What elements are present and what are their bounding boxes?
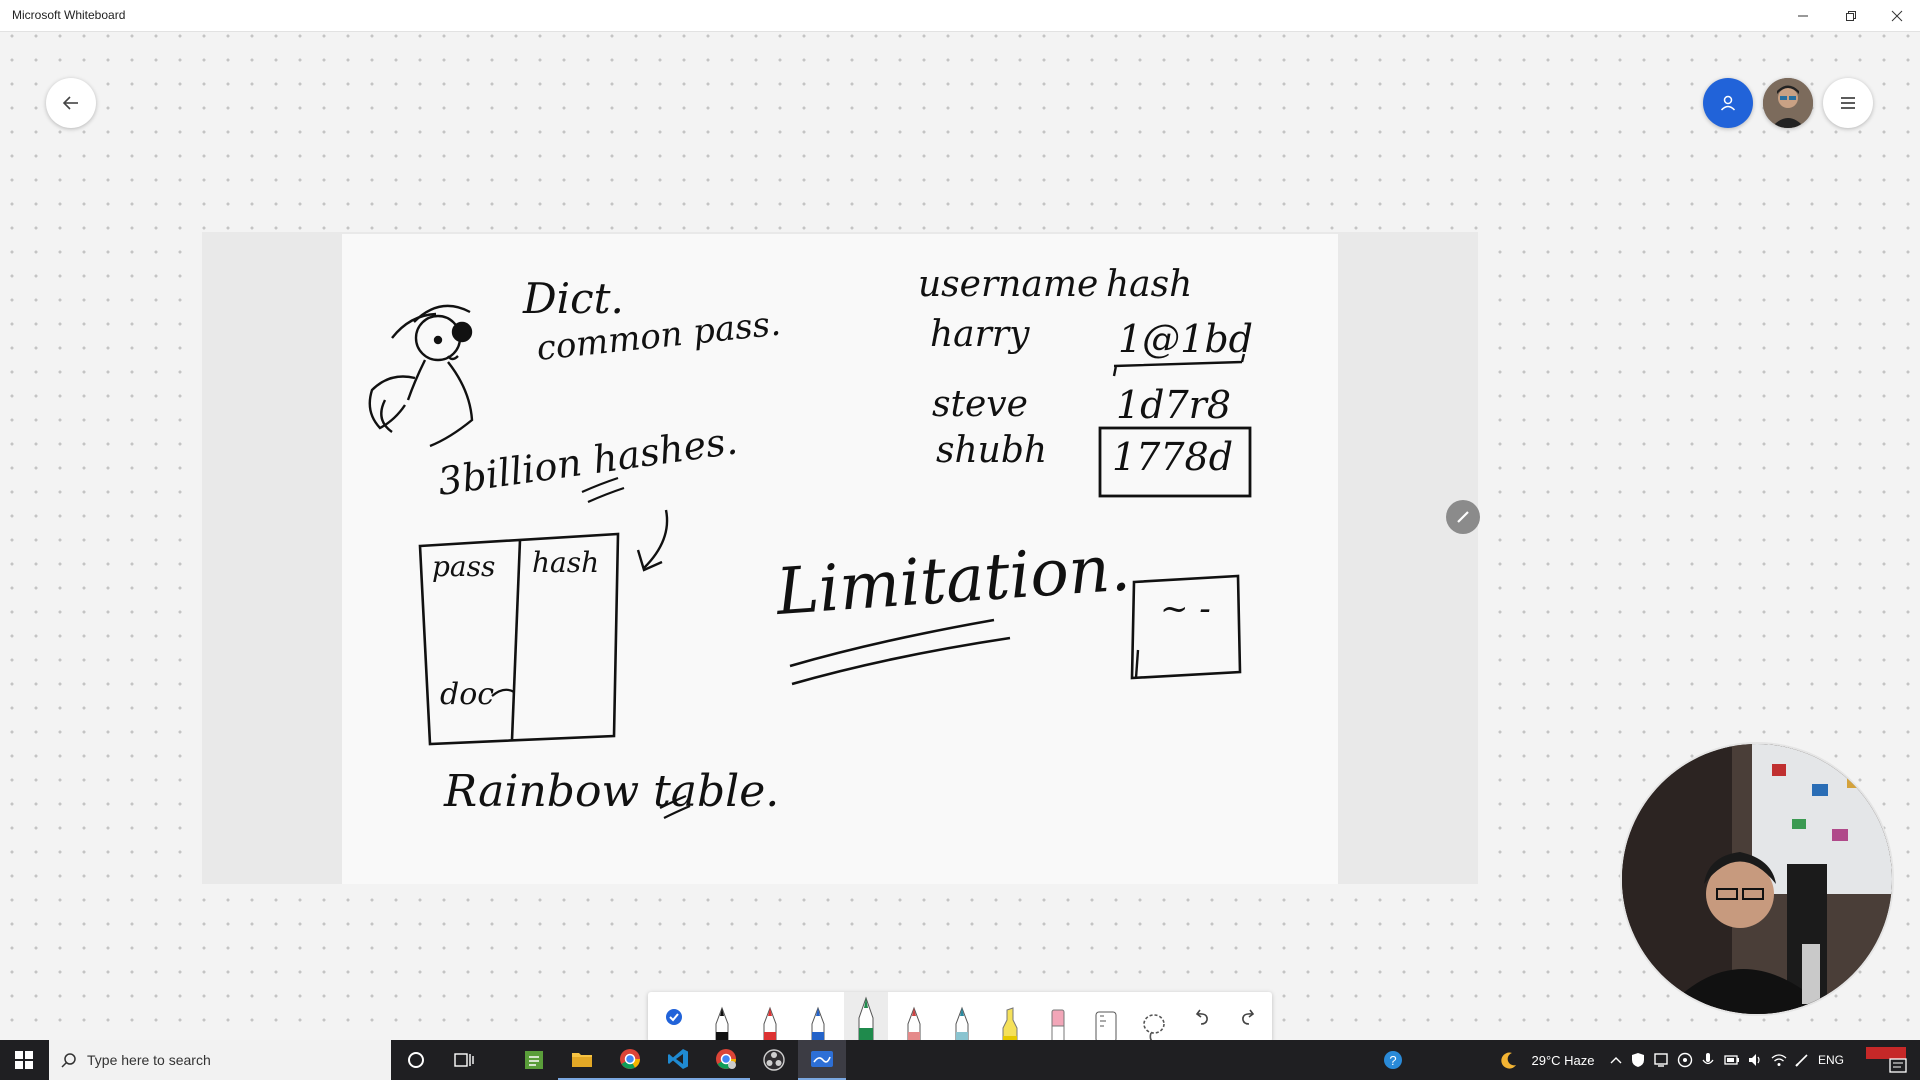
ink-billion-hashes: 3billion hashes. (435, 418, 740, 504)
cortana-circle-icon (408, 1052, 424, 1068)
tray-chevron-button[interactable] (1606, 1040, 1626, 1080)
highlighter-tool[interactable] (988, 992, 1032, 1042)
screen-icon[interactable] (1653, 1052, 1669, 1068)
pen-green-tool[interactable] (844, 992, 888, 1042)
battery-icon[interactable] (1724, 1052, 1740, 1068)
ink-rainbow-table: Rainbow table. (443, 766, 779, 817)
ruler-tool[interactable] (1084, 992, 1128, 1042)
pen-workspace-icon[interactable] (1794, 1052, 1810, 1068)
microphone-icon[interactable] (1700, 1052, 1716, 1068)
lasso-select-tool[interactable] (1132, 992, 1176, 1042)
webcam-overlay (1622, 744, 1892, 1014)
redo-button[interactable] (1226, 992, 1270, 1042)
pencil-teal-icon (955, 1006, 969, 1042)
ink-box-tick (1134, 649, 1140, 679)
character-doodle (368, 304, 474, 448)
eraser-icon (1051, 1009, 1065, 1042)
chrome-icon (620, 1049, 640, 1069)
pen-blue-icon (811, 1006, 825, 1042)
whiteboard-app-icon (811, 1051, 833, 1067)
search-placeholder: Type here to search (87, 1052, 211, 1068)
pen-black-icon (715, 1006, 729, 1042)
windows-logo-icon (15, 1051, 33, 1069)
taskbar-app-whiteboard[interactable] (798, 1040, 846, 1080)
system-tray-icons (1630, 1040, 1810, 1080)
search-icon (61, 1053, 76, 1068)
lasso-icon (1143, 1014, 1165, 1042)
pen-black-tool[interactable] (700, 992, 744, 1042)
notification-icon (1866, 1047, 1907, 1073)
ink-hash-1: 1@1bd (1118, 317, 1253, 361)
pencil-icon (1457, 511, 1469, 523)
task-view-icon (454, 1053, 474, 1067)
task-view-button[interactable] (442, 1040, 486, 1080)
taskbar-app-file-explorer[interactable] (558, 1040, 606, 1080)
pen-red-icon (763, 1006, 777, 1042)
language-indicator[interactable]: ENG (1812, 1040, 1850, 1080)
checkmark-circle-icon (666, 1009, 682, 1025)
language-text: ENG (1817, 1053, 1844, 1067)
notification-center-button[interactable] (1852, 1040, 1920, 1080)
notepad-icon (525, 1051, 543, 1069)
ink-table-pass: pass (432, 550, 495, 583)
ink-table-doc: doc (440, 677, 494, 712)
ink-user-harry: harry (930, 314, 1030, 355)
ruler-icon (1095, 1011, 1117, 1042)
security-shield-icon[interactable] (1630, 1052, 1646, 1068)
ink-arrow (643, 509, 669, 569)
weather-status[interactable]: 29°C Haze (1524, 1040, 1602, 1080)
undo-button[interactable] (1180, 992, 1224, 1042)
undo-icon (1195, 1009, 1208, 1025)
svg-text:?: ? (1389, 1053, 1396, 1068)
underline-limitation (789, 618, 1011, 686)
taskbar-app-vscode[interactable] (654, 1040, 702, 1080)
ink-hash-2: 1d7r8 (1116, 383, 1231, 427)
ink-box-scribble: ~ - (1160, 589, 1211, 629)
pencil-red-tool[interactable] (892, 992, 936, 1042)
chevron-up-icon (1610, 1057, 1622, 1064)
ink-toolbar (648, 992, 1272, 1042)
pencil-teal-tool[interactable] (940, 992, 984, 1042)
volume-icon[interactable] (1747, 1052, 1763, 1068)
steam-icon[interactable] (1677, 1052, 1693, 1068)
taskbar-search-box[interactable]: Type here to search (49, 1040, 391, 1080)
ink-doc-arrow (491, 688, 515, 697)
ink-user-steve: steve (932, 384, 1028, 425)
redo-icon (1242, 1009, 1255, 1025)
vscode-icon (668, 1049, 688, 1069)
select-tool[interactable] (652, 992, 696, 1042)
pen-red-tool[interactable] (748, 992, 792, 1042)
eraser-tool[interactable] (1036, 992, 1080, 1042)
taskbar-app-chrome-profile[interactable] (702, 1040, 750, 1080)
weather-moon-icon (1501, 1052, 1516, 1069)
highlighter-icon (1002, 1007, 1018, 1042)
folder-icon (572, 1053, 592, 1067)
pen-green-icon (858, 996, 874, 1042)
ink-table-hash: hash (532, 546, 599, 579)
wifi-icon[interactable] (1771, 1052, 1787, 1068)
weather-icon-wrap[interactable] (1496, 1040, 1522, 1080)
help-icon: ? (1384, 1051, 1402, 1069)
ink-hash-header: hash (1106, 264, 1192, 305)
ink-hash-3: 1778d (1112, 435, 1233, 479)
pen-blue-tool[interactable] (796, 992, 840, 1042)
cortana-button[interactable] (394, 1040, 438, 1080)
weather-text: 29°C Haze (1531, 1052, 1595, 1068)
chrome-icon (716, 1049, 736, 1069)
start-button[interactable] (0, 1040, 48, 1080)
help-button[interactable]: ? (1378, 1040, 1408, 1080)
pencil-red-icon (907, 1006, 921, 1042)
ink-dict: Dict. (522, 274, 624, 323)
taskbar-app-obs[interactable] (750, 1040, 798, 1080)
webcam-person-image (1622, 744, 1892, 1014)
taskbar-app-notepad[interactable] (510, 1040, 558, 1080)
ink-user-shubh: shubh (936, 430, 1047, 471)
taskbar-app-chrome[interactable] (606, 1040, 654, 1080)
edit-pen-button[interactable] (1446, 500, 1480, 534)
ink-limitation: Limitation. (773, 531, 1133, 630)
ink-username-header: username (918, 264, 1098, 305)
obs-icon (763, 1049, 785, 1071)
